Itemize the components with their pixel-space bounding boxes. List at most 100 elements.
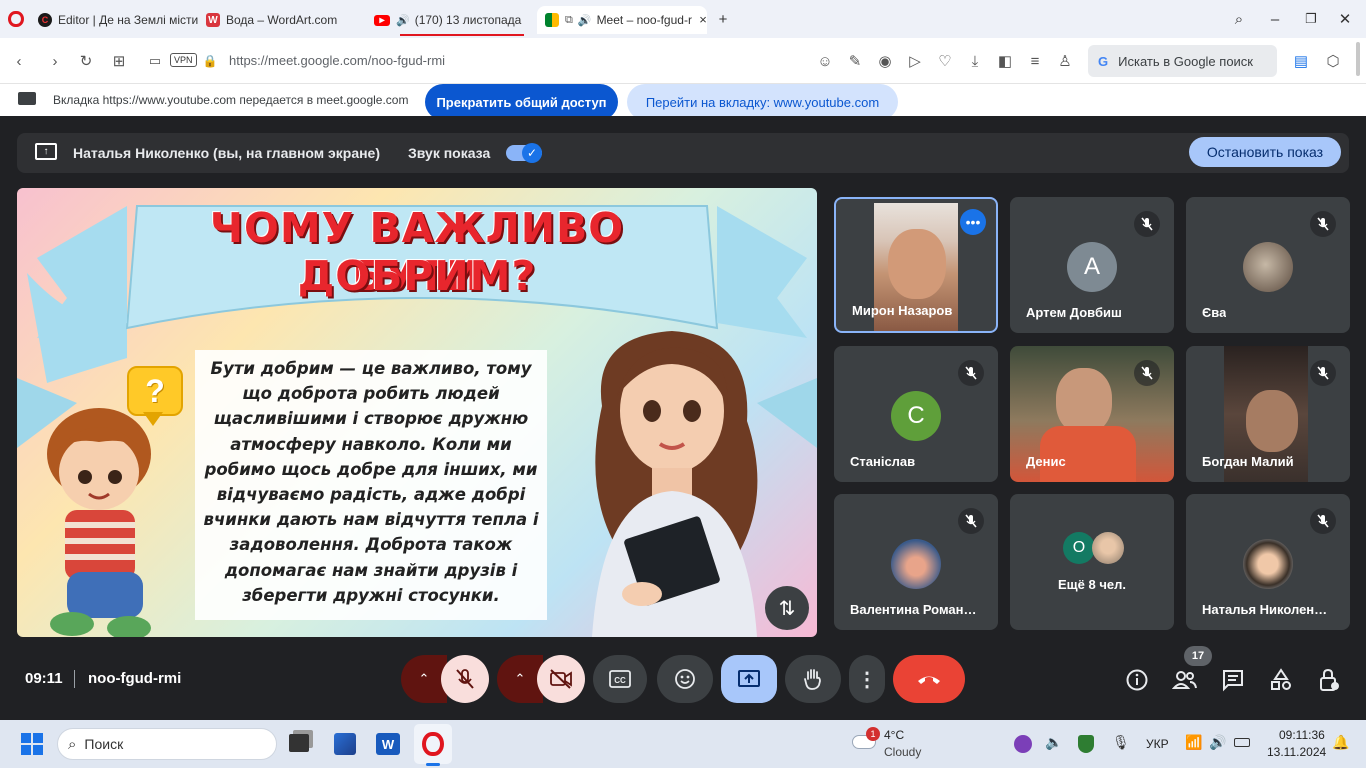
youtube-favicon: ▸ xyxy=(374,14,390,26)
search-tabs-icon[interactable]: ⌕ xyxy=(1228,8,1250,30)
vpn-badge[interactable]: VPN xyxy=(170,53,197,67)
boy-illustration xyxy=(47,408,151,637)
address-bar-row: ‹ › ↻ ⊞ ▭ VPN 🔒 https://meet.google.com/… xyxy=(0,38,1366,84)
send-icon[interactable]: ▷ xyxy=(904,50,926,72)
tab-wordart[interactable]: W Вода – WordArt.com xyxy=(206,6,366,34)
stop-presenting-button[interactable]: Остановить показ xyxy=(1189,137,1341,167)
avatar xyxy=(1243,242,1293,292)
reactions-button[interactable] xyxy=(657,655,713,703)
heart-icon[interactable]: ♡ xyxy=(934,50,956,72)
tab-label: Editor | Де на Землі місти xyxy=(58,13,198,27)
profile-icon[interactable]: ♙ xyxy=(1054,50,1076,72)
more-options-button[interactable]: ⋮ xyxy=(849,655,885,703)
battery-saver-icon[interactable]: ◧ xyxy=(994,50,1016,72)
more-participants-tile[interactable]: О Ещё 8 чел. xyxy=(1010,494,1174,630)
leave-call-button[interactable] xyxy=(893,655,965,703)
extensions-icon[interactable]: ⬡ xyxy=(1322,50,1344,72)
swap-layout-button[interactable]: ⇅ xyxy=(765,586,809,630)
language-indicator[interactable]: УКР xyxy=(1146,737,1169,751)
speaker-icon[interactable]: 🔊 xyxy=(1209,734,1226,751)
shared-slide: ЧОМУ ВАЖЛИВО БУТИ ДОБРИМ? Бути добрим — … xyxy=(17,188,817,637)
slide-title-line2: ДОБРИМ? xyxy=(297,252,537,300)
close-window-icon[interactable]: ✕ xyxy=(1334,8,1356,30)
camera-icon[interactable]: ▭ xyxy=(144,50,166,72)
forward-icon[interactable]: › xyxy=(44,50,66,72)
mic-toggle-button[interactable] xyxy=(441,655,489,703)
participant-tile[interactable]: ••• Мирон Назаров xyxy=(834,197,998,333)
svg-text:CC: CC xyxy=(614,676,626,685)
store-icon[interactable] xyxy=(334,733,356,755)
stop-sharing-button[interactable]: Прекратить общий доступ xyxy=(425,84,618,120)
pip-icon: ⧉ xyxy=(565,13,573,26)
defender-icon[interactable] xyxy=(1078,735,1094,753)
people-icon xyxy=(1172,671,1197,689)
present-button[interactable] xyxy=(721,655,777,703)
meeting-details-button[interactable] xyxy=(1123,666,1151,694)
captions-button[interactable]: CC xyxy=(593,655,647,703)
snapshot-icon[interactable]: ◉ xyxy=(874,50,896,72)
people-button[interactable] xyxy=(1171,666,1199,694)
activities-button[interactable] xyxy=(1267,666,1295,694)
task-view-icon[interactable] xyxy=(289,734,309,752)
microphone-tray-icon[interactable]: 🎙 xyxy=(1112,734,1130,751)
meeting-code: noo-fgud-rmi xyxy=(88,670,182,687)
search-label: Поиск xyxy=(84,736,124,752)
download-icon[interactable]: ⤓ xyxy=(964,50,986,72)
info-icon xyxy=(1126,669,1148,691)
more-options-icon[interactable]: ••• xyxy=(960,209,986,235)
weather-desc[interactable]: Cloudy xyxy=(884,745,921,759)
chat-button[interactable] xyxy=(1219,666,1247,694)
editor-favicon: C xyxy=(38,13,52,27)
share-notice-text: Вкладка https://www.youtube.com передает… xyxy=(53,93,409,107)
player-icon[interactable]: ▤ xyxy=(1290,50,1312,72)
volume-tray-icon[interactable]: 🔈 xyxy=(1045,734,1062,751)
taskbar-search[interactable]: ⌕ Поиск xyxy=(57,728,277,760)
easy-setup-icon[interactable]: ≡ xyxy=(1024,50,1046,72)
word-icon[interactable]: W xyxy=(376,733,400,755)
participant-tile[interactable]: Богдан Малий xyxy=(1186,346,1350,482)
participant-tile[interactable]: С Станіслав xyxy=(834,346,998,482)
speaker-icon: 🔊 xyxy=(396,14,410,27)
emoji-icon[interactable]: ☺ xyxy=(814,50,836,72)
notification-bell-icon[interactable]: 🔔 xyxy=(1332,734,1349,751)
tab-editor[interactable]: C Editor | Де на Землі місти xyxy=(38,6,198,34)
divider xyxy=(74,670,75,688)
participant-name: Мирон Назаров xyxy=(852,303,953,318)
opera-logo-icon[interactable] xyxy=(8,11,24,27)
clock-date[interactable]: 13.11.2024 xyxy=(1267,745,1326,759)
lock-icon[interactable]: 🔒 xyxy=(199,50,221,72)
participant-tile[interactable]: Наталья Николен… xyxy=(1186,494,1350,630)
participant-tile[interactable]: А Артем Довбиш xyxy=(1010,197,1174,333)
participant-tile[interactable]: Валентина Роман… xyxy=(834,494,998,630)
presenting-banner: ↑ Наталья Николенко (вы, на главном экра… xyxy=(17,133,1349,173)
speed-dial-icon[interactable]: ⊞ xyxy=(108,50,130,72)
wifi-icon[interactable]: 📶 xyxy=(1185,734,1202,751)
tab-close-icon[interactable]: × xyxy=(692,8,714,30)
chat-icon xyxy=(1223,670,1243,692)
participant-face xyxy=(1056,368,1112,434)
clock-time[interactable]: 09:11:36 xyxy=(1279,728,1325,742)
raise-hand-button[interactable] xyxy=(785,655,841,703)
edit-icon[interactable]: ✎ xyxy=(844,50,866,72)
maximize-icon[interactable]: ❐ xyxy=(1300,8,1322,30)
weather-temp[interactable]: 4°C xyxy=(884,728,904,742)
scrollbar[interactable] xyxy=(1356,42,1360,76)
participant-tile[interactable]: Денис xyxy=(1010,346,1174,482)
google-search-field[interactable]: G Искать в Google поиск xyxy=(1088,45,1277,77)
participant-tile[interactable]: Єва xyxy=(1186,197,1350,333)
mic-off-icon xyxy=(1310,360,1336,386)
url-text[interactable]: https://meet.google.com/noo-fgud-rmi xyxy=(229,53,445,68)
minimize-icon[interactable]: – xyxy=(1264,8,1286,30)
host-controls-button[interactable] xyxy=(1315,666,1343,694)
tab-youtube[interactable]: ▸ 🔊 (170) 13 листопада - xyxy=(374,6,524,34)
tab-meet[interactable]: ⧉ 🔊 Meet – noo-fgud-r xyxy=(537,6,707,34)
avatar xyxy=(891,539,941,589)
battery-icon[interactable] xyxy=(1234,738,1250,747)
reload-icon[interactable]: ↻ xyxy=(75,50,97,72)
back-icon[interactable]: ‹ xyxy=(8,50,30,72)
windows-start-icon[interactable] xyxy=(21,733,43,755)
go-to-tab-button[interactable]: Перейти на вкладку: www.youtube.com xyxy=(627,84,898,120)
security-icon[interactable] xyxy=(1014,735,1032,753)
new-tab-icon[interactable]: + xyxy=(712,8,734,30)
camera-toggle-button[interactable] xyxy=(537,655,585,703)
